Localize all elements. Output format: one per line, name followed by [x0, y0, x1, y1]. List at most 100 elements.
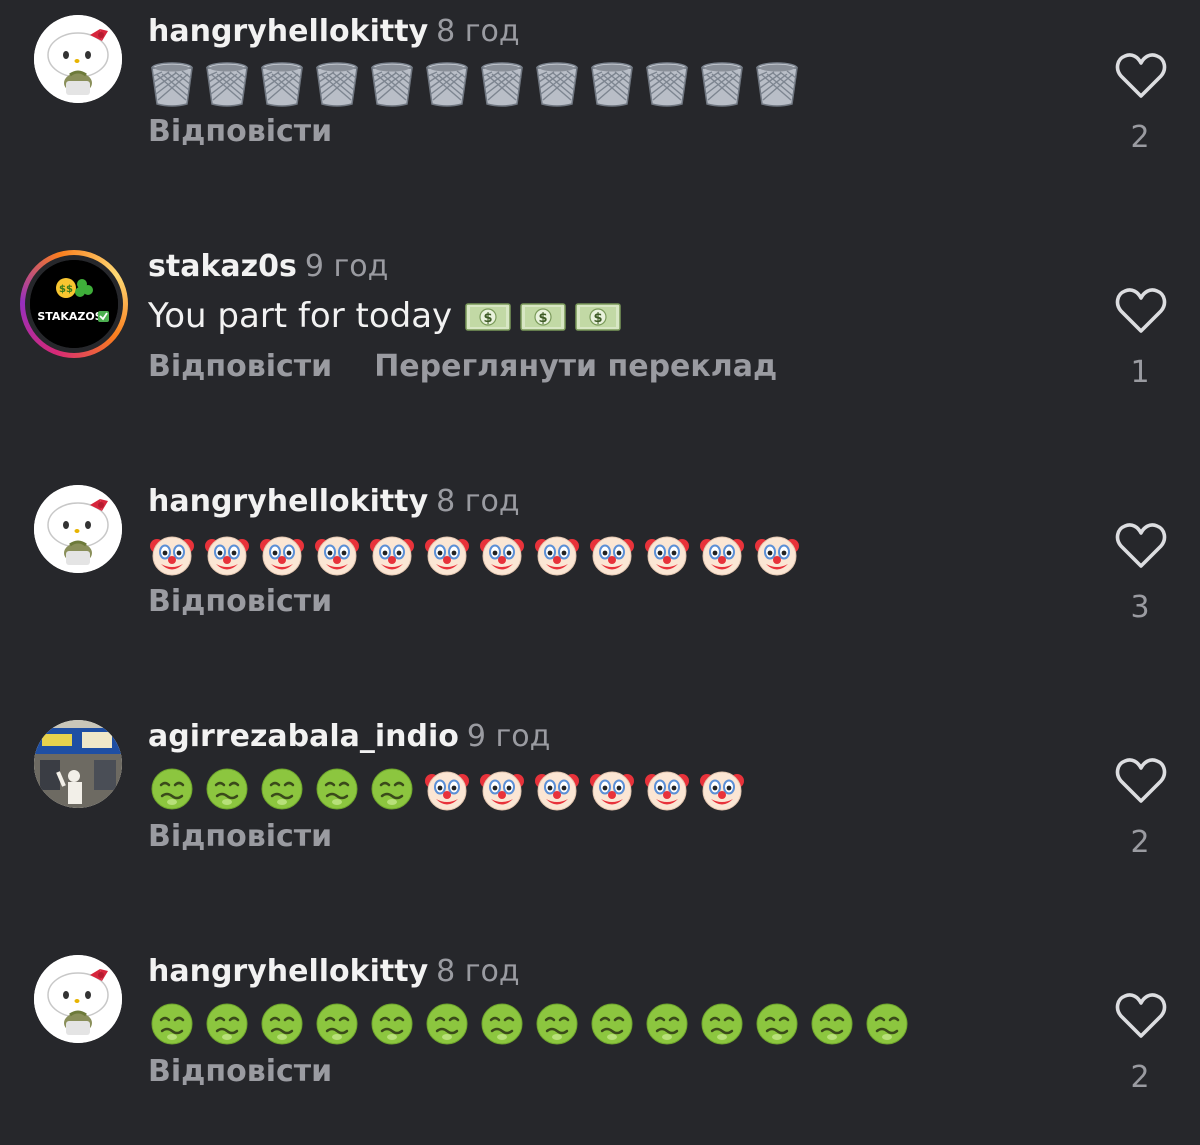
nauseated-face-icon: [258, 765, 306, 813]
comment-username[interactable]: hangryhellokitty: [148, 954, 428, 989]
comment-header: hangryhellokitty 8 год: [148, 954, 520, 990]
dollar-banknote-icon: [464, 292, 512, 340]
clown-face-icon: [533, 765, 581, 813]
comment-actions: Відповісти: [148, 582, 332, 622]
wastebasket-icon: [698, 60, 746, 108]
wastebasket-icon: [753, 60, 801, 108]
nauseated-face-icon: [863, 1000, 911, 1048]
wastebasket-icon: [148, 60, 196, 108]
comment-item: hangryhellokitty 8 год Відповісти 2: [0, 0, 1200, 200]
comment-emoji-row: [148, 530, 801, 582]
comment-header: agirrezabala_indio 9 год: [148, 719, 550, 755]
wastebasket-icon: [203, 60, 251, 108]
comment-emoji-row: [464, 292, 622, 340]
nauseated-face-icon: [478, 1000, 526, 1048]
nauseated-face-icon: [643, 1000, 691, 1048]
clown-face-icon: [588, 530, 636, 578]
nauseated-face-icon: [203, 1000, 251, 1048]
clown-face-icon: [478, 765, 526, 813]
clown-face-icon: [258, 530, 306, 578]
clown-face-icon: [698, 765, 746, 813]
avatar-brand-text: STAKAZOS: [37, 310, 102, 323]
comment-header: stakaz0s 9 год: [148, 249, 388, 285]
wastebasket-icon: [313, 60, 361, 108]
heart-icon[interactable]: [1114, 522, 1168, 570]
svg-text:$$: $$: [59, 284, 73, 295]
nauseated-face-icon: [203, 765, 251, 813]
clown-face-icon: [148, 530, 196, 578]
like-count: 2: [1130, 825, 1150, 860]
wastebasket-icon: [368, 60, 416, 108]
reply-button[interactable]: Відповісти: [148, 1052, 332, 1092]
like-count: 3: [1130, 590, 1150, 625]
comment-actions: Відповісти Переглянути переклад: [148, 347, 777, 387]
comment-time: 8 год: [436, 954, 520, 989]
nauseated-face-icon: [533, 1000, 581, 1048]
like-count: 2: [1130, 1060, 1150, 1095]
wastebasket-icon: [478, 60, 526, 108]
comment-emoji-row: [148, 765, 746, 817]
see-translation-button[interactable]: Переглянути переклад: [374, 347, 777, 387]
reply-button[interactable]: Відповісти: [148, 347, 332, 387]
clown-face-icon: [423, 530, 471, 578]
heart-icon[interactable]: [1114, 757, 1168, 805]
heart-icon[interactable]: [1114, 52, 1168, 100]
wastebasket-icon: [588, 60, 636, 108]
wastebasket-icon: [258, 60, 306, 108]
clown-face-icon: [203, 530, 251, 578]
nauseated-face-icon: [148, 765, 196, 813]
wastebasket-icon: [643, 60, 691, 108]
nauseated-face-icon: [698, 1000, 746, 1048]
stakazos-avatar: $$ STAKAZOS: [30, 260, 118, 348]
clown-face-icon: [423, 765, 471, 813]
comment-item: hangryhellokitty 8 год Відповісти 2: [0, 940, 1200, 1140]
nauseated-face-icon: [313, 765, 361, 813]
hello-kitty-avatar-icon: [34, 485, 122, 573]
reply-button[interactable]: Відповісти: [148, 112, 332, 152]
comment-time: 8 год: [436, 484, 520, 519]
reply-button[interactable]: Відповісти: [148, 817, 332, 857]
comment-item: hangryhellokitty 8 год Відповісти 3: [0, 470, 1200, 670]
clown-face-icon: [588, 765, 636, 813]
comment-username[interactable]: agirrezabala_indio: [148, 719, 459, 754]
like-count: 2: [1130, 120, 1150, 155]
nauseated-face-icon: [258, 1000, 306, 1048]
user-avatar[interactable]: [34, 485, 122, 573]
comment-time: 9 год: [304, 249, 389, 284]
nauseated-face-icon: [148, 1000, 196, 1048]
storefront-photo-avatar-icon: [34, 720, 122, 808]
nauseated-face-icon: [808, 1000, 856, 1048]
clown-face-icon: [313, 530, 361, 578]
user-avatar[interactable]: [34, 955, 122, 1043]
like-count: 1: [1130, 355, 1150, 390]
comment-item: $$ STAKAZOS stakaz0s 9 год You part for t…: [0, 235, 1200, 435]
user-avatar[interactable]: [34, 720, 122, 808]
comment-emoji-row: [148, 60, 801, 112]
comment-actions: Відповісти: [148, 112, 332, 152]
hello-kitty-avatar-icon: [34, 955, 122, 1043]
comment-body: You part for today: [148, 291, 622, 341]
dollar-banknote-icon: [519, 292, 567, 340]
clown-face-icon: [643, 765, 691, 813]
comment-item: agirrezabala_indio 9 год Відповісти 2: [0, 705, 1200, 905]
comment-time: 9 год: [466, 719, 551, 754]
comment-time: 8 год: [436, 14, 520, 49]
comment-text: You part for today: [148, 296, 453, 336]
reply-button[interactable]: Відповісти: [148, 582, 332, 622]
wastebasket-icon: [533, 60, 581, 108]
nauseated-face-icon: [368, 1000, 416, 1048]
user-avatar[interactable]: [34, 15, 122, 103]
clown-face-icon: [478, 530, 526, 578]
comment-username[interactable]: hangryhellokitty: [148, 14, 428, 49]
stakazos-logo-icon: $$ STAKAZOS: [30, 260, 118, 348]
comment-header: hangryhellokitty 8 год: [148, 14, 520, 50]
heart-icon[interactable]: [1114, 287, 1168, 335]
heart-icon[interactable]: [1114, 992, 1168, 1040]
nauseated-face-icon: [753, 1000, 801, 1048]
nauseated-face-icon: [423, 1000, 471, 1048]
clown-face-icon: [698, 530, 746, 578]
story-ring-avatar[interactable]: $$ STAKAZOS: [20, 250, 128, 358]
nauseated-face-icon: [313, 1000, 361, 1048]
comment-username[interactable]: hangryhellokitty: [148, 484, 428, 519]
comment-username[interactable]: stakaz0s: [148, 249, 297, 284]
